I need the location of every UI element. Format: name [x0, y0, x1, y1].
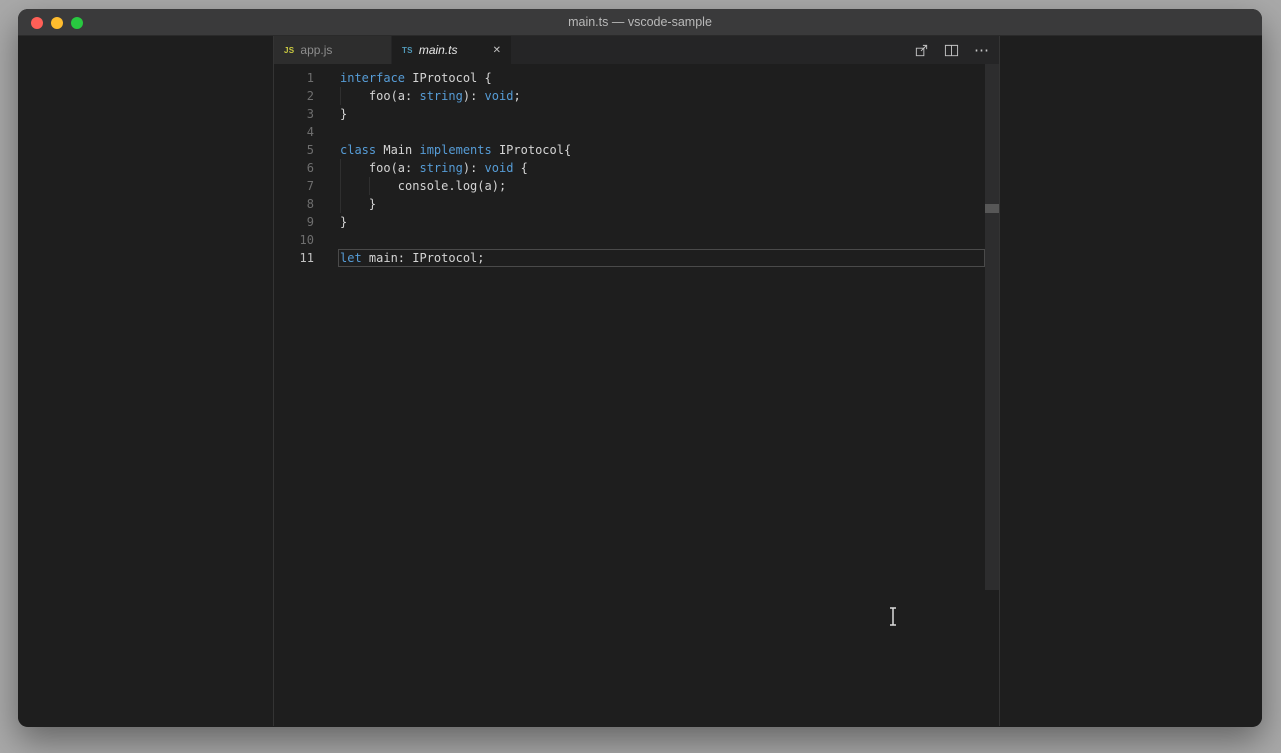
- code-line[interactable]: 7 console.log(a);: [274, 177, 999, 195]
- tab-bar: JS app.js TS main.ts ✕ ⋯: [274, 36, 999, 64]
- tab-app-js[interactable]: JS app.js: [274, 36, 392, 64]
- code-line[interactable]: 2 foo(a: string): void;: [274, 87, 999, 105]
- editor-group: JS app.js TS main.ts ✕ ⋯ 1 interface IPr…: [274, 36, 999, 726]
- typescript-file-icon: TS: [402, 45, 413, 55]
- code-line[interactable]: 8 }: [274, 195, 999, 213]
- line-text: let main: IProtocol;: [340, 251, 485, 265]
- code-line[interactable]: 5 class Main implements IProtocol{: [274, 141, 999, 159]
- line-text: }: [340, 215, 348, 229]
- indent-guide: [340, 159, 341, 213]
- line-number[interactable]: 3: [274, 105, 314, 123]
- code-line[interactable]: 4: [274, 123, 999, 141]
- vscode-window: main.ts — vscode-sample JS app.js TS mai…: [18, 9, 1262, 727]
- line-number[interactable]: 1: [274, 69, 314, 87]
- line-text: }: [340, 197, 377, 211]
- javascript-file-icon: JS: [284, 45, 295, 55]
- editor-actions: ⋯: [914, 36, 989, 64]
- tab-label: main.ts: [418, 43, 458, 57]
- scrollbar-thumb[interactable]: [985, 64, 999, 590]
- line-number[interactable]: 2: [274, 87, 314, 105]
- code-line[interactable]: 1 interface IProtocol {: [274, 69, 999, 87]
- titlebar[interactable]: main.ts — vscode-sample: [18, 9, 1262, 36]
- centered-layout-left-margin: [18, 36, 273, 726]
- code-lines: 1 interface IProtocol { 2 foo(a: string): …: [274, 64, 999, 267]
- line-number[interactable]: 7: [274, 177, 314, 195]
- line-text: interface IProtocol {: [340, 71, 492, 85]
- line-number[interactable]: 6: [274, 159, 314, 177]
- line-number[interactable]: 4: [274, 123, 314, 141]
- open-changes-icon[interactable]: [914, 43, 929, 58]
- code-line[interactable]: 11 let main: IProtocol;: [274, 249, 999, 267]
- line-text: foo(a: string): void;: [340, 89, 521, 103]
- line-number[interactable]: 11: [274, 249, 314, 267]
- code-line[interactable]: 10: [274, 231, 999, 249]
- more-actions-icon[interactable]: ⋯: [974, 43, 989, 58]
- code-editor[interactable]: 1 interface IProtocol { 2 foo(a: string): …: [274, 64, 999, 726]
- code-line[interactable]: 9}: [274, 213, 999, 231]
- indent-guide: [369, 177, 370, 195]
- indent-guide: [340, 87, 341, 105]
- desktop-background: main.ts — vscode-sample JS app.js TS mai…: [0, 0, 1281, 753]
- window-title: main.ts — vscode-sample: [568, 15, 712, 29]
- zoom-button[interactable]: [71, 17, 83, 29]
- close-button[interactable]: [31, 17, 43, 29]
- line-number[interactable]: 9: [274, 213, 314, 231]
- line-number[interactable]: 5: [274, 141, 314, 159]
- close-tab-icon[interactable]: ✕: [485, 45, 501, 56]
- line-number[interactable]: 10: [274, 231, 314, 249]
- vertical-scrollbar[interactable]: [985, 64, 999, 726]
- line-text: class Main implements IProtocol{: [340, 143, 572, 157]
- line-text: foo(a: string): void {: [340, 161, 528, 175]
- minimize-button[interactable]: [51, 17, 63, 29]
- split-editor-icon[interactable]: [944, 43, 959, 58]
- line-text: }: [340, 107, 348, 121]
- code-line[interactable]: 6 foo(a: string): void {: [274, 159, 999, 177]
- code-line[interactable]: 3}: [274, 105, 999, 123]
- line-text: console.log(a);: [340, 179, 507, 193]
- traffic-lights: [31, 17, 83, 29]
- centered-layout-right-margin: [1000, 36, 1262, 726]
- tab-main-ts[interactable]: TS main.ts ✕: [392, 36, 512, 64]
- tab-label: app.js: [300, 43, 333, 57]
- line-number[interactable]: 8: [274, 195, 314, 213]
- overview-ruler-cursor-mark: [985, 204, 999, 213]
